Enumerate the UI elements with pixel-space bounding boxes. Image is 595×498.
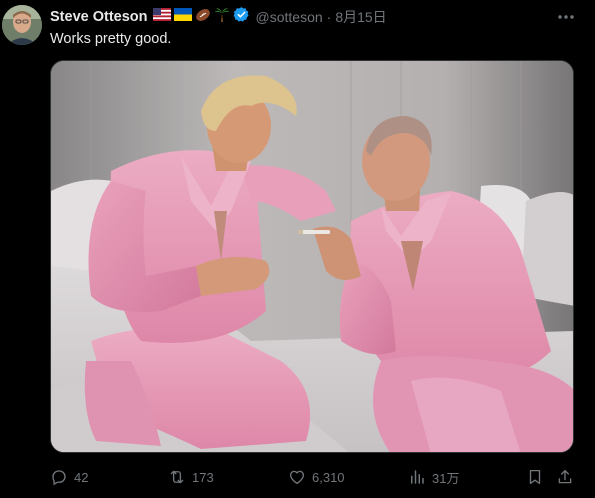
photo-image [51, 61, 573, 452]
bookmark-icon [529, 469, 541, 485]
reply-icon [52, 470, 66, 486]
display-name[interactable]: Steve Otteson [50, 9, 148, 25]
retweet-count: 173 [192, 469, 214, 485]
views-count: 31万 [432, 470, 460, 486]
palm-tree-icon [214, 7, 230, 28]
us-flag-icon [152, 8, 171, 26]
football-icon [195, 8, 211, 27]
reply-button[interactable]: 42 [50, 466, 88, 488]
reply-count: 42 [74, 469, 89, 485]
bookmark-button[interactable] [526, 466, 550, 488]
tweet-date[interactable]: 8月15日 [335, 7, 386, 27]
separator-dot: · [326, 9, 332, 25]
avatar[interactable] [2, 5, 42, 45]
action-bar: 42 173 6,310 31万 [50, 466, 577, 488]
views-button[interactable]: 31万 [408, 466, 459, 488]
views-icon [411, 470, 424, 484]
verified-badge-icon [233, 6, 250, 28]
tweet-photo[interactable] [50, 60, 574, 453]
share-icon [558, 469, 572, 484]
user-handle[interactable]: @sotteson [256, 9, 323, 25]
like-button[interactable]: 6,310 [288, 466, 345, 488]
like-icon [289, 470, 305, 485]
tweet: Steve Otteson @sotteson · 8月15日 Works pr… [0, 0, 595, 498]
like-count: 6,310 [312, 469, 345, 485]
ukraine-flag-icon [173, 8, 192, 26]
retweet-button[interactable]: 173 [168, 466, 214, 488]
more-icon[interactable] [556, 9, 576, 25]
tweet-header: Steve Otteson @sotteson · 8月15日 [50, 7, 387, 27]
share-button[interactable] [556, 466, 580, 488]
tweet-text: Works pretty good. [50, 31, 172, 47]
retweet-icon [170, 470, 184, 484]
avatar-image [2, 5, 42, 45]
